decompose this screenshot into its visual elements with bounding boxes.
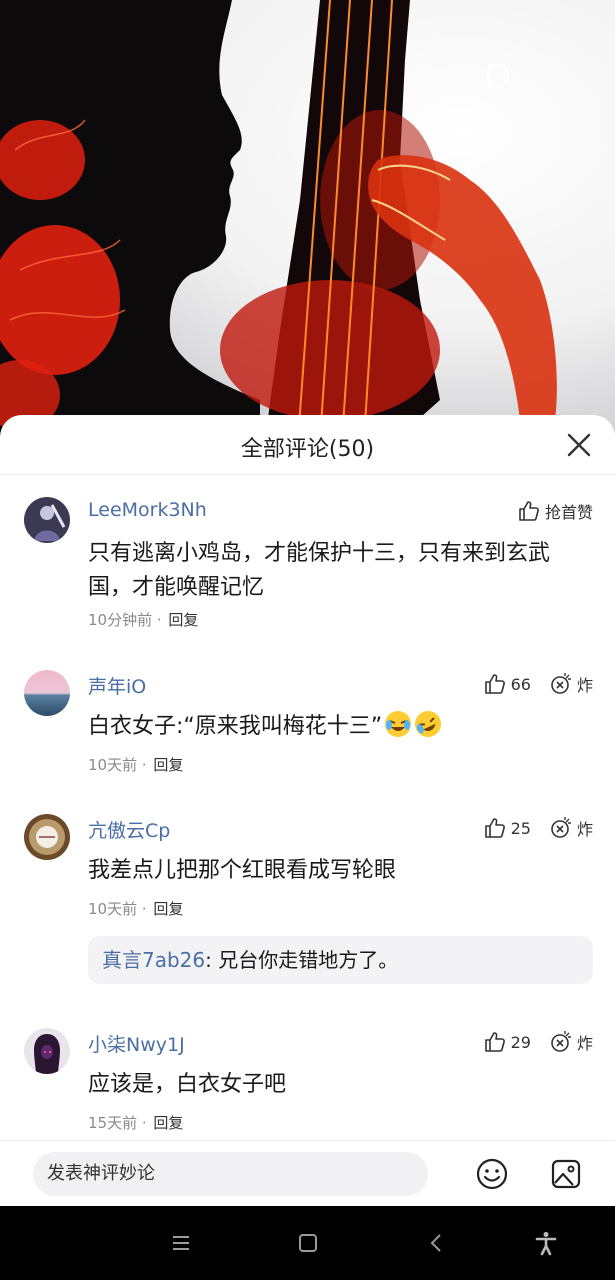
avatar[interactable]	[24, 497, 70, 543]
bomb-button[interactable]: 炸	[549, 672, 593, 696]
close-icon[interactable]	[565, 431, 593, 459]
comment-item: 小柒Nwy1J 29 炸 应该是，白衣女子吧 15天前 · 回复	[0, 1028, 615, 1138]
comment-text: 白衣女子:“原来我叫梅花十三”	[88, 710, 587, 744]
comment-username[interactable]: 小柒Nwy1J	[88, 1030, 185, 1057]
like-button[interactable]: 抢首赞	[517, 499, 593, 523]
sub-reply[interactable]: 真言7ab26: 兄台你走错地方了。	[88, 936, 593, 984]
comment-time: 10分钟前	[88, 611, 153, 629]
comment-input-bar: 发表神评妙论	[0, 1140, 615, 1206]
comment-text-content: 白衣女子:“原来我叫梅花十三”	[88, 714, 383, 739]
comment-actions: 66 炸	[483, 672, 593, 696]
rofl-emoji	[415, 711, 442, 737]
emoji-icon[interactable]	[475, 1157, 509, 1191]
reply-button[interactable]: 回复	[168, 611, 198, 629]
bomb-icon	[551, 1031, 571, 1052]
back-icon[interactable]	[424, 1230, 450, 1256]
comment-text: 只有逃离小鸡岛，才能保护十三，只有来到玄武国，才能唤醒记忆	[88, 541, 551, 600]
comment-item: 亢傲云Cp 25 炸 我差点儿把那个红眼看成写轮眼 10天前 · 回复 真言7a…	[0, 814, 615, 994]
avatar[interactable]	[24, 814, 70, 860]
comment-text: 我差点儿把那个红眼看成写轮眼	[88, 858, 397, 883]
comment-time: 10天前	[88, 900, 138, 918]
menu-icon[interactable]	[168, 1230, 194, 1256]
first-like-label: 抢首赞	[544, 503, 593, 522]
more-vertical-icon[interactable]	[487, 62, 593, 96]
thumbs-up-icon	[484, 818, 505, 838]
comment-meta: 15天前 · 回复	[88, 1114, 184, 1132]
bomb-icon	[551, 817, 571, 838]
sub-reply-text: : 兄台你走错地方了。	[205, 948, 399, 972]
comments-sheet: 全部评论(50) LeeMork3Nh 抢首赞 只有逃离小鸡岛，才能保护十三，只…	[0, 415, 615, 1206]
bomb-label: 炸	[576, 820, 593, 839]
comment-username[interactable]: LeeMork3Nh	[88, 499, 207, 521]
crying-laughing-emoji	[385, 711, 412, 737]
comments-title: 全部评论(50)	[240, 437, 375, 462]
video-player[interactable]	[0, 0, 615, 440]
comment-text: 应该是，白衣女子吧	[88, 1072, 287, 1097]
like-button[interactable]: 66	[483, 672, 531, 696]
like-count: 29	[510, 1032, 531, 1052]
comment-item: LeeMork3Nh 抢首赞 只有逃离小鸡岛，才能保护十三，只有来到玄武国，才能…	[0, 497, 615, 637]
thumbs-up-icon	[484, 1032, 505, 1052]
comment-item: 声年iO 66 炸 白衣女子:“原来我叫梅花十三” 10天前 · 回复	[0, 670, 615, 780]
sub-reply-author[interactable]: 真言7ab26	[102, 948, 205, 972]
comment-meta: 10天前 · 回复	[88, 900, 184, 918]
system-nav-bar	[0, 1206, 615, 1280]
avatar[interactable]	[24, 670, 70, 716]
comment-username[interactable]: 亢傲云Cp	[88, 816, 170, 843]
comment-actions: 25 炸	[483, 816, 593, 840]
accessibility-icon[interactable]	[533, 1230, 559, 1256]
like-count: 25	[510, 818, 531, 838]
avatar[interactable]	[24, 1028, 70, 1074]
comment-time: 15天前	[88, 1114, 138, 1132]
comment-input[interactable]: 发表神评妙论	[33, 1152, 428, 1196]
comment-meta: 10天前 · 回复	[88, 756, 184, 774]
bomb-button[interactable]: 炸	[549, 816, 593, 840]
bomb-label: 炸	[576, 1034, 593, 1053]
comment-actions: 29 炸	[483, 1030, 593, 1054]
comment-time: 10天前	[88, 756, 138, 774]
reply-button[interactable]: 回复	[153, 900, 183, 918]
reply-button[interactable]: 回复	[153, 756, 183, 774]
image-icon[interactable]	[549, 1157, 583, 1191]
like-button[interactable]: 25	[483, 816, 531, 840]
comments-header: 全部评论(50)	[0, 415, 615, 475]
reply-button[interactable]: 回复	[153, 1114, 183, 1132]
comment-meta: 10分钟前 · 回复	[88, 611, 199, 629]
comment-username[interactable]: 声年iO	[88, 672, 146, 699]
comment-actions: 抢首赞	[517, 499, 593, 523]
bomb-button[interactable]: 炸	[549, 1030, 593, 1054]
bomb-label: 炸	[576, 676, 593, 695]
bomb-icon	[551, 673, 571, 694]
home-icon[interactable]	[295, 1230, 321, 1256]
like-count: 66	[510, 674, 531, 694]
like-button[interactable]: 29	[483, 1030, 531, 1054]
thumbs-up-icon	[519, 501, 539, 521]
thumbs-up-icon	[484, 674, 505, 694]
